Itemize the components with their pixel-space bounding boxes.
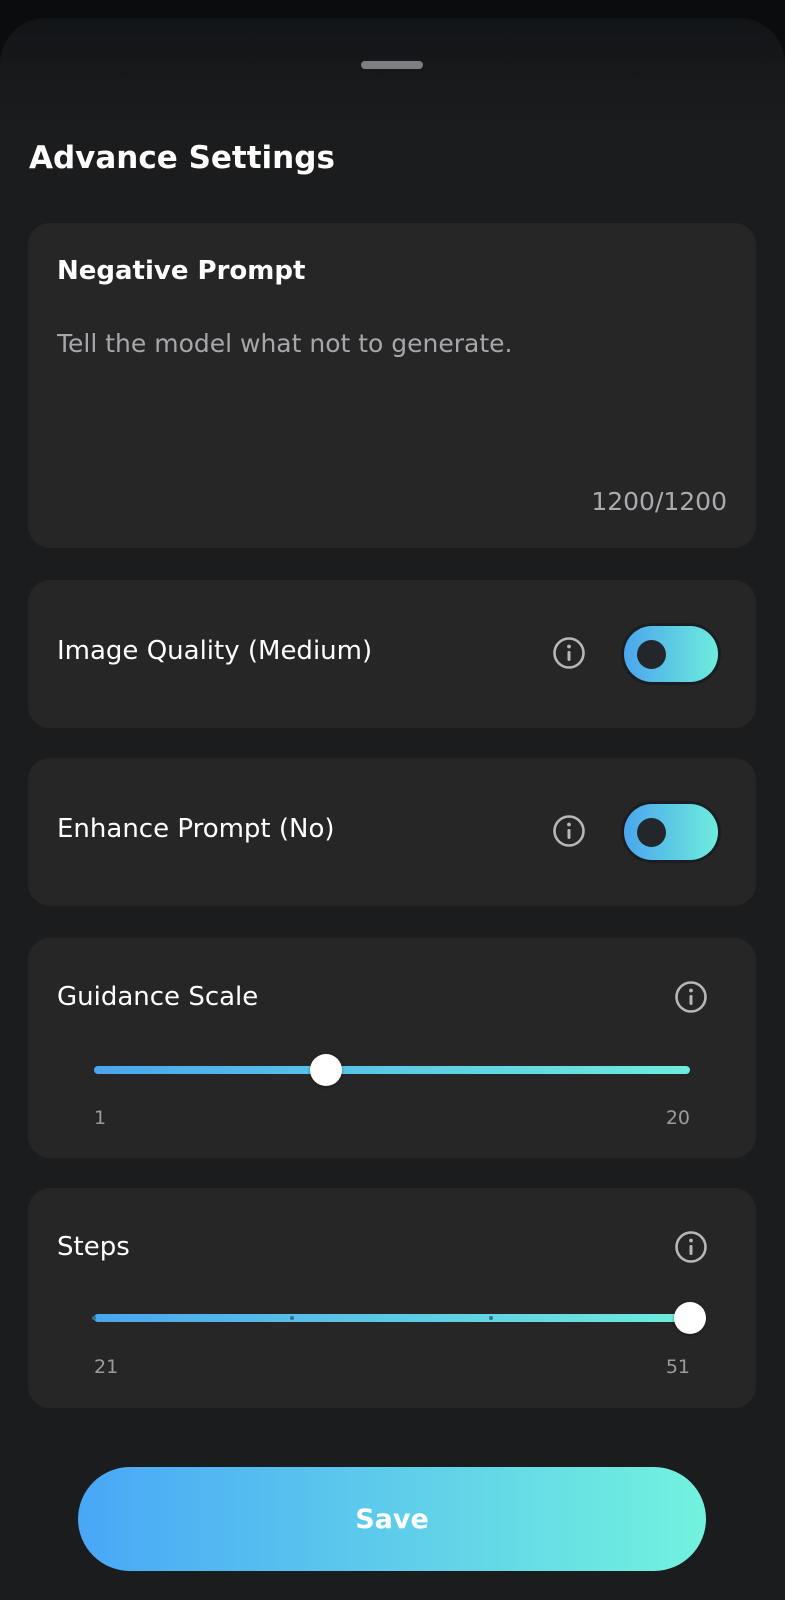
sheet-title: Advance Settings [29,140,335,176]
steps-slider-track[interactable] [92,1302,706,1334]
character-counter: 1200/1200 [591,487,727,516]
image-quality-toggle[interactable] [624,626,718,682]
steps-slider-thumb[interactable] [674,1302,706,1334]
toggle-knob [637,640,666,669]
enhance-prompt-label: Enhance Prompt (No) [57,814,335,844]
slider-tick [92,1316,96,1320]
negative-prompt-input[interactable] [57,329,717,449]
guidance-scale-slider-thumb[interactable] [310,1054,343,1086]
save-button[interactable]: Save [78,1467,706,1571]
slider-min-label: 21 [94,1356,119,1378]
info-icon[interactable] [552,814,586,848]
slider-tick [290,1316,295,1320]
enhance-prompt-toggle[interactable] [624,804,718,860]
drag-handle-icon[interactable] [361,61,423,69]
negative-prompt-title: Negative Prompt [57,256,306,286]
slider-min-label: 1 [94,1107,107,1129]
steps-label: Steps [57,1232,130,1262]
enhance-prompt-card: Enhance Prompt (No) [28,758,756,906]
guidance-scale-card: Guidance Scale 1 20 [28,938,756,1158]
toggle-knob [637,818,666,847]
info-icon[interactable] [552,636,586,670]
guidance-scale-label: Guidance Scale [57,982,259,1012]
image-quality-label: Image Quality (Medium) [57,636,373,666]
negative-prompt-card: Negative Prompt 1200/1200 [28,223,756,548]
slider-max-label: 51 [665,1356,690,1378]
slider-max-label: 20 [665,1107,690,1129]
info-icon[interactable] [674,980,708,1014]
steps-card: Steps 21 51 [28,1188,756,1408]
image-quality-card: Image Quality (Medium) [28,580,756,728]
info-icon[interactable] [674,1230,708,1264]
slider-tick [488,1316,493,1320]
guidance-scale-slider-track[interactable] [94,1054,690,1086]
